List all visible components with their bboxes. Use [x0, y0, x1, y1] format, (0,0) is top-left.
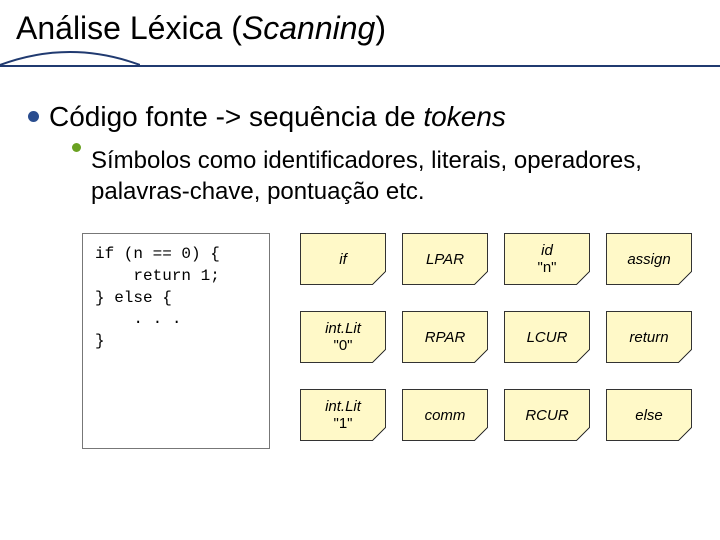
token-cell: RPAR: [402, 311, 488, 363]
code-snippet: if (n == 0) { return 1; } else { . . . }: [82, 233, 270, 449]
token-cell: int.Lit"0": [300, 311, 386, 363]
bullet-level2: Símbolos como identificadores, literais,…: [72, 145, 672, 207]
token-cell: comm: [402, 389, 488, 441]
bullet1-italic: tokens: [423, 101, 506, 132]
token-cell: RCUR: [504, 389, 590, 441]
bullet1-pre: Código fonte -> sequência de: [49, 101, 423, 132]
title-italic: Scanning: [242, 10, 375, 46]
token-cell: id"n": [504, 233, 590, 285]
token-cell: LCUR: [504, 311, 590, 363]
token-cell: int.Lit"1": [300, 389, 386, 441]
bullet-dot-small-icon: [72, 143, 81, 152]
bullet-level1: Código fonte -> sequência de tokens: [28, 101, 692, 133]
token-cell: LPAR: [402, 233, 488, 285]
token-cell: assign: [606, 233, 692, 285]
token-grid: if LPAR id"n" assign int.Lit"0" RPAR LCU…: [300, 233, 692, 449]
token-cell: else: [606, 389, 692, 441]
bullet2-text: Símbolos como identificadores, literais,…: [91, 145, 672, 207]
title-underline: [0, 55, 720, 75]
bullet-dot-icon: [28, 111, 39, 122]
token-cell: return: [606, 311, 692, 363]
title-close: ): [375, 10, 386, 46]
token-cell: if: [300, 233, 386, 285]
